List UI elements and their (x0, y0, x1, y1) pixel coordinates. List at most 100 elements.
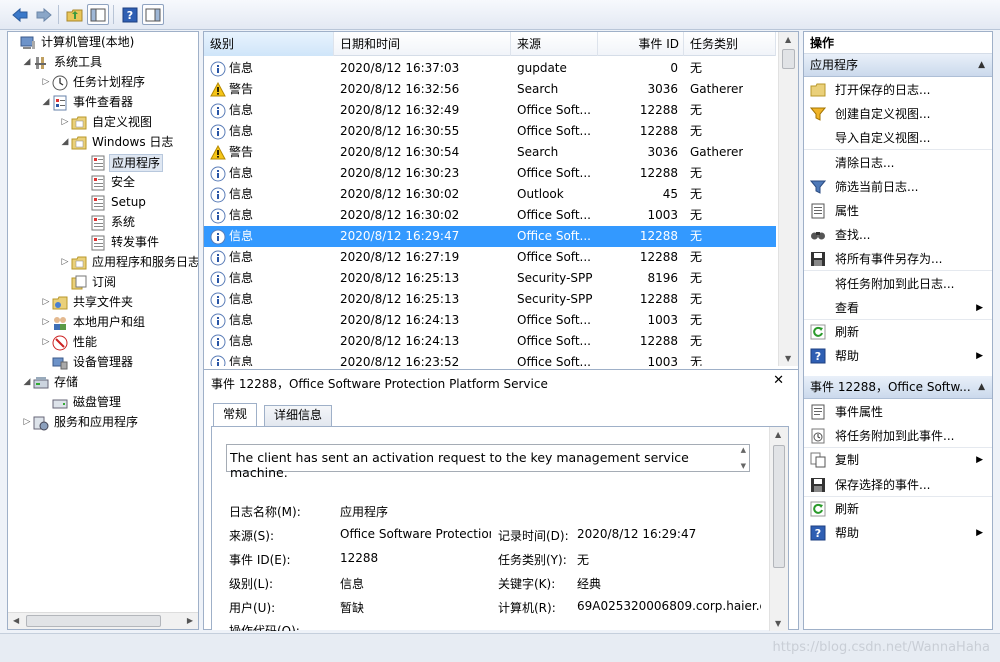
help-icon[interactable]: ? (119, 4, 141, 25)
event-level-text: 信息 (229, 292, 254, 306)
detail-scrollbar[interactable]: ▲ ▼ (769, 427, 788, 631)
collapsed-arrow-icon[interactable]: ▷ (59, 113, 71, 132)
event-id: 45 (662, 187, 678, 201)
up-folder-icon[interactable] (64, 4, 86, 25)
back-icon[interactable] (9, 4, 31, 25)
tree-item[interactable]: ▷ 共享文件夹 (40, 293, 135, 312)
tree-item[interactable]: ◢ Windows 日志 (59, 133, 175, 152)
collapsed-arrow-icon[interactable]: ▷ (59, 253, 71, 272)
collapsed-arrow-icon[interactable]: ▷ (40, 333, 52, 352)
tree-item[interactable]: 应用程序 (78, 153, 164, 172)
event-row[interactable]: 信息 2020/8/12 16:32:49 Office Soft... 12288 无 (204, 100, 776, 121)
actions-section-event-label: 事件 12288，Office Softw... (810, 380, 971, 394)
collapsed-arrow-icon[interactable]: ▷ (40, 73, 52, 92)
tab-details[interactable]: 详细信息 (264, 405, 333, 426)
column-event-id[interactable]: 事件 ID (598, 32, 684, 56)
event-row[interactable]: 信息 2020/8/12 16:27:19 Office Soft... 12288 无 (204, 247, 776, 268)
action-item[interactable]: 刷新 (804, 497, 992, 521)
event-task-category: 无 (690, 124, 703, 138)
event-row[interactable]: 信息 2020/8/12 16:25:13 Security-SPP 12288 无 (204, 289, 776, 310)
forward-icon[interactable] (33, 4, 55, 25)
action-item[interactable]: 属性 (804, 199, 992, 223)
event-row[interactable]: 信息 2020/8/12 16:29:47 Office Soft... 12288 无 (204, 226, 776, 247)
tree-item[interactable]: 转发事件 (78, 233, 161, 252)
tree-item[interactable]: ◢ 系统工具 (21, 53, 104, 72)
tree-item[interactable]: ▷ 性能 (40, 333, 99, 352)
action-item[interactable]: 复制 ▶ (804, 448, 992, 472)
event-list-scrollbar[interactable]: ▲ ▼ (778, 32, 798, 366)
column-level[interactable]: 级别 (204, 32, 334, 56)
expanded-arrow-icon[interactable]: ◢ (59, 133, 71, 152)
event-row[interactable]: 信息 2020/8/12 16:30:55 Office Soft... 12288 无 (204, 121, 776, 142)
log-icon (90, 175, 106, 191)
action-item[interactable]: 筛选当前日志... (804, 175, 992, 199)
tree-item[interactable]: ◢ 存储 (21, 373, 80, 392)
event-row[interactable]: 信息 2020/8/12 16:23:52 Office Soft... 1003 无 (204, 352, 776, 366)
action-item-label: 刷新 (835, 325, 860, 339)
action-item[interactable]: 清除日志... (804, 151, 992, 175)
column-task-category[interactable]: 任务类别 (684, 32, 776, 56)
expanded-arrow-icon[interactable]: ◢ (40, 93, 52, 112)
column-datetime[interactable]: 日期和时间 (334, 32, 511, 56)
tree-item[interactable]: ◢ 事件查看器 (40, 93, 135, 112)
action-item[interactable]: 刷新 (804, 320, 992, 344)
event-row[interactable]: 信息 2020/8/12 16:30:23 Office Soft... 12288 无 (204, 163, 776, 184)
close-icon[interactable]: ✕ (773, 373, 784, 388)
collapsed-arrow-icon[interactable]: ▷ (21, 413, 33, 432)
tab-general[interactable]: 常规 (213, 403, 258, 426)
action-item[interactable]: 创建自定义视图... (804, 102, 992, 126)
tree-item[interactable]: 系统 (78, 213, 137, 232)
event-row[interactable]: 信息 2020/8/12 16:37:03 gupdate 0 无 (204, 58, 776, 79)
tree-item[interactable]: 安全 (78, 173, 137, 192)
action-item[interactable]: ? 帮助 ▶ (804, 344, 992, 368)
event-row[interactable]: 信息 2020/8/12 16:24:13 Office Soft... 12288 无 (204, 331, 776, 352)
actions-section-event[interactable]: 事件 12288，Office Softw... ▲ (804, 376, 992, 399)
action-item[interactable]: 将任务附加到此日志... (804, 272, 992, 296)
tree-horizontal-scrollbar[interactable]: ◀ ▶ (8, 612, 198, 629)
tree-item[interactable]: ▷ 自定义视图 (59, 113, 154, 132)
collapse-icon[interactable]: ▲ (978, 376, 985, 399)
event-row[interactable]: 信息 2020/8/12 16:24:13 Office Soft... 1003 无 (204, 310, 776, 331)
event-level-cell: 信息 (210, 100, 253, 121)
tree-item[interactable]: Setup (78, 193, 148, 212)
center-pane: 级别 日期和时间 来源 事件 ID 任务类别 信息 2020/8/12 16:37… (203, 31, 799, 631)
collapsed-arrow-icon[interactable]: ▷ (40, 313, 52, 332)
svg-text:?: ? (815, 350, 821, 363)
event-row[interactable]: 信息 2020/8/12 16:30:02 Outlook 45 无 (204, 184, 776, 205)
show-hide-tree-icon[interactable] (87, 4, 109, 25)
action-item[interactable]: 导入自定义视图... (804, 126, 992, 151)
actions-pane: 操作 应用程序 ▲ 打开保存的日志... 创建自定义视图... 导入自定义视图...… (803, 31, 993, 630)
tree-item[interactable]: 设备管理器 (40, 353, 135, 372)
event-description-text: The client has sent an activation reques… (230, 450, 689, 480)
action-item[interactable]: 事件属性 (804, 400, 992, 424)
collapsed-arrow-icon[interactable]: ▷ (40, 293, 52, 312)
event-description[interactable]: The client has sent an activation reques… (226, 444, 750, 480)
action-item[interactable]: 打开保存的日志... (804, 78, 992, 102)
action-item[interactable]: 将所有事件另存为... (804, 247, 992, 272)
event-level-cell: 信息 (210, 352, 253, 366)
event-row[interactable]: 警告 2020/8/12 16:30:54 Search 3036 Gatherer (204, 142, 776, 163)
action-item[interactable]: 将任务附加到此事件... (804, 424, 992, 449)
tree-item[interactable]: ▷ 任务计划程序 (40, 73, 147, 92)
actions-section-application[interactable]: 应用程序 ▲ (804, 54, 992, 77)
collapse-icon[interactable]: ▲ (978, 54, 985, 77)
tree-item[interactable]: 计算机管理(本地) (8, 33, 136, 52)
action-item[interactable]: 查找... (804, 223, 992, 247)
tree-item[interactable]: ▷ 本地用户和组 (40, 313, 147, 332)
show-hide-actions-icon[interactable] (142, 4, 164, 25)
event-row[interactable]: 警告 2020/8/12 16:32:56 Search 3036 Gatherer (204, 79, 776, 100)
tree-item[interactable]: ▷ 应用程序和服务日志 (59, 253, 198, 272)
event-row[interactable]: 信息 2020/8/12 16:25:13 Security-SPP 8196 无 (204, 268, 776, 289)
expanded-arrow-icon[interactable]: ◢ (21, 373, 33, 392)
event-row[interactable]: 信息 2020/8/12 16:30:02 Office Soft... 1003 无 (204, 205, 776, 226)
tree-item[interactable]: 订阅 (59, 273, 118, 292)
column-source[interactable]: 来源 (511, 32, 598, 56)
expanded-arrow-icon[interactable]: ◢ (21, 53, 33, 72)
action-item-label: 保存选择的事件... (835, 477, 931, 492)
tree-item[interactable]: 磁盘管理 (40, 393, 123, 412)
tree-item[interactable]: ▷ 服务和应用程序 (21, 413, 140, 432)
action-item[interactable]: 查看 ▶ (804, 296, 992, 320)
action-item[interactable]: ? 帮助 ▶ (804, 521, 992, 545)
event-source: Security-SPP (517, 292, 593, 306)
action-item[interactable]: 保存选择的事件... (804, 473, 992, 497)
